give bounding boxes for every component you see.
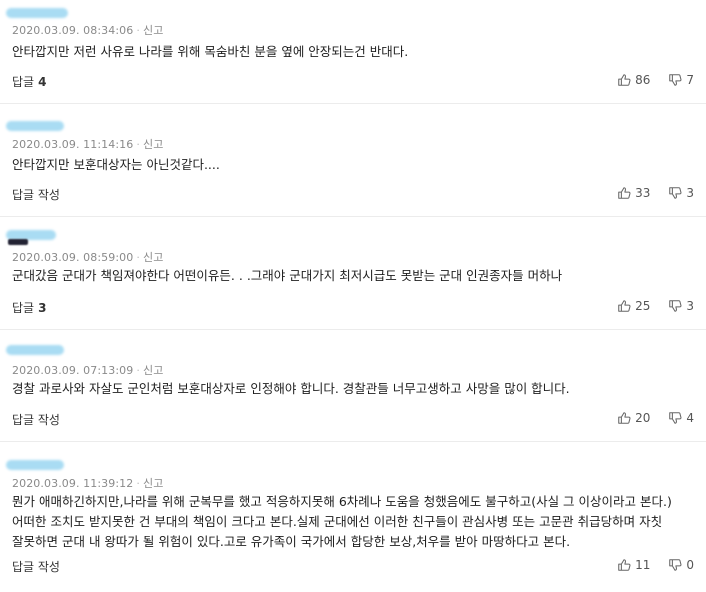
like-count: 25	[635, 299, 651, 313]
comment-divider	[0, 441, 706, 442]
like-count: 33	[635, 186, 651, 200]
report-link[interactable]: 신고	[143, 138, 163, 151]
dislike-button[interactable]: 3	[668, 299, 694, 313]
author-name-redacted	[6, 460, 64, 470]
like-button[interactable]: 11	[617, 558, 650, 572]
comment-meta: 2020.03.09. 07:13:09 · 신고	[12, 364, 164, 377]
dislike-button[interactable]: 3	[668, 186, 694, 200]
dislike-count: 3	[686, 299, 694, 313]
reply-label: 답글 작성	[12, 413, 60, 427]
comment-text: 안타깝지만 보훈대상자는 아닌것같다....	[12, 155, 694, 175]
comment-meta: 2020.03.09. 08:34:06 · 신고	[12, 24, 164, 37]
author-name-redacted	[6, 121, 64, 131]
thumbs-down-icon	[669, 559, 682, 571]
comment-timestamp: 2020.03.09. 08:59:00	[12, 251, 134, 264]
thumbs-up-icon	[618, 300, 631, 312]
thumbs-down-icon	[669, 300, 682, 312]
reply-button[interactable]: 답글 4	[12, 73, 46, 90]
vote-group: 11 0	[617, 558, 694, 572]
reply-label: 답글	[12, 301, 35, 315]
thumbs-up-icon	[618, 74, 631, 86]
vote-group: 33 3	[617, 186, 694, 200]
like-count: 20	[635, 411, 651, 425]
author-tag-redacted	[8, 239, 28, 245]
reply-label: 답글	[12, 75, 35, 89]
comment-timestamp: 2020.03.09. 08:34:06	[12, 24, 134, 37]
report-link[interactable]: 신고	[143, 477, 163, 490]
like-button[interactable]: 25	[617, 299, 650, 313]
comment-divider	[0, 216, 706, 217]
comment-text: 안타깝지만 저런 사유로 나라를 위해 목숨바친 분을 옆에 안장되는건 반대다…	[12, 42, 694, 62]
report-link[interactable]: 신고	[143, 251, 163, 264]
comment-timestamp: 2020.03.09. 11:39:12	[12, 477, 134, 490]
thumbs-down-icon	[669, 412, 682, 424]
comment-text: 군대갔음 군대가 책임져야한다 어떤이유든. . .그래야 군대가지 최저시급도…	[12, 266, 694, 286]
comment-text-line: 뭔가 애매하긴하지만,나라를 위해 군복무를 했고 적응하지못해 6차례나 도움…	[12, 494, 672, 509]
dislike-count: 0	[686, 558, 694, 572]
thumbs-down-icon	[669, 187, 682, 199]
reply-count: 4	[38, 75, 47, 89]
like-button[interactable]: 33	[617, 186, 650, 200]
comment-text-line: 군대갔음 군대가 책임져야한다 어떤이유든. . .그래야 군대가지 최저시급도…	[12, 268, 563, 283]
reply-button[interactable]: 답글 작성	[12, 186, 64, 203]
comment-divider	[0, 329, 706, 330]
comment-text: 경찰 과로사와 자살도 군인처럼 보훈대상자로 인정해야 합니다. 경찰관들 너…	[12, 379, 694, 399]
author-name-redacted	[6, 8, 68, 18]
dislike-button[interactable]: 0	[668, 558, 694, 572]
comment-meta: 2020.03.09. 08:59:00 · 신고	[12, 251, 164, 264]
report-link[interactable]: 신고	[143, 24, 163, 37]
dislike-button[interactable]: 7	[668, 73, 694, 87]
like-count: 86	[635, 73, 651, 87]
comment-timestamp: 2020.03.09. 11:14:16	[12, 138, 134, 151]
comment-timestamp: 2020.03.09. 07:13:09	[12, 364, 134, 377]
author-name-redacted	[6, 345, 64, 355]
comment-text-line: 안타깝지만 저런 사유로 나라를 위해 목숨바친 분을 옆에 안장되는건 반대다…	[12, 44, 409, 59]
thumbs-down-icon	[669, 74, 682, 86]
comment-text-line: 어떠한 조치도 받지못한 건 부대의 책임이 크다고 본다.실제 군대에선 이러…	[12, 514, 663, 529]
report-link[interactable]: 신고	[143, 364, 163, 377]
vote-group: 86 7	[617, 73, 694, 87]
dislike-count: 3	[686, 186, 694, 200]
comment-text-line: 경찰 과로사와 자살도 군인처럼 보훈대상자로 인정해야 합니다. 경찰관들 너…	[12, 381, 570, 396]
thumbs-up-icon	[618, 187, 631, 199]
comment-text-line: 안타깝지만 보훈대상자는 아닌것같다....	[12, 157, 220, 172]
like-button[interactable]: 86	[617, 73, 650, 87]
reply-label: 답글 작성	[12, 188, 60, 202]
reply-label: 답글 작성	[12, 560, 60, 574]
reply-button[interactable]: 답글 작성	[12, 411, 64, 428]
dislike-count: 7	[686, 73, 694, 87]
dislike-count: 4	[686, 411, 694, 425]
comment-meta: 2020.03.09. 11:39:12 · 신고	[12, 477, 164, 490]
vote-group: 20 4	[617, 411, 694, 425]
like-button[interactable]: 20	[617, 411, 650, 425]
thumbs-up-icon	[618, 559, 631, 571]
reply-count: 3	[38, 301, 47, 315]
reply-button[interactable]: 답글 3	[12, 299, 46, 316]
comment-text: 뭔가 애매하긴하지만,나라를 위해 군복무를 했고 적응하지못해 6차례나 도움…	[12, 492, 694, 552]
thumbs-up-icon	[618, 412, 631, 424]
comment-text-line: 잘못하면 군대 내 왕따가 될 위험이 있다.고로 유가족이 국가에서 합당한 …	[12, 534, 571, 549]
reply-button[interactable]: 답글 작성	[12, 558, 64, 575]
like-count: 11	[635, 558, 651, 572]
vote-group: 25 3	[617, 299, 694, 313]
comment-divider	[0, 103, 706, 104]
comment-meta: 2020.03.09. 11:14:16 · 신고	[12, 138, 164, 151]
dislike-button[interactable]: 4	[668, 411, 694, 425]
